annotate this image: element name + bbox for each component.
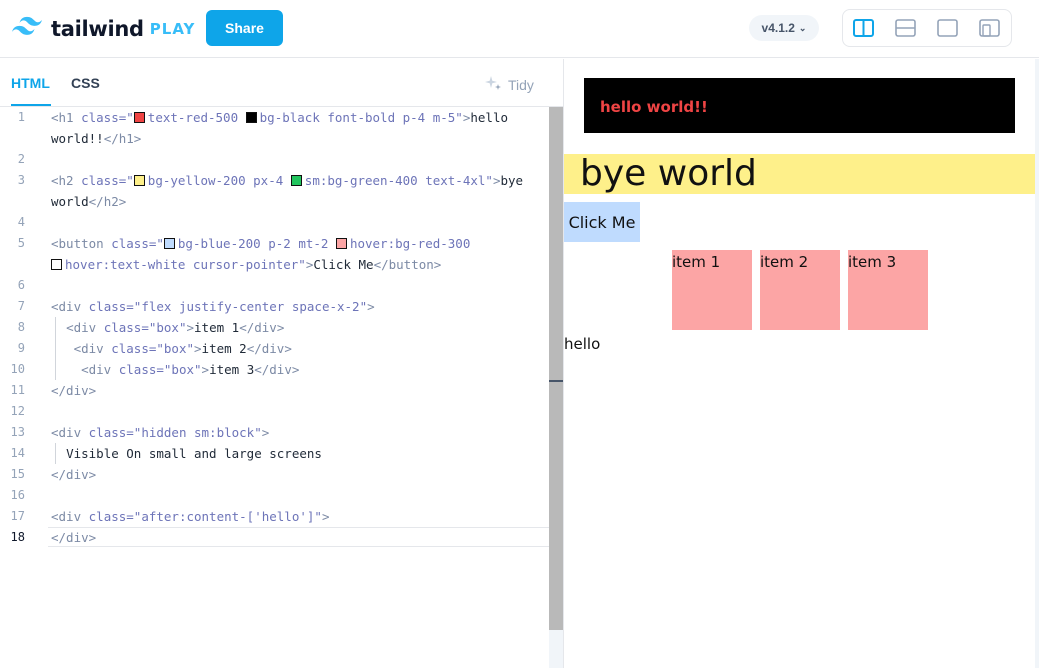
code-line: 5 <button class=" bg-blue-200 p-2 mt-2 hov… (0, 233, 549, 254)
code-line: 11 </div> (0, 380, 549, 401)
preview-only-icon[interactable] (937, 19, 958, 37)
preview-box: item 3 (848, 250, 928, 330)
line-number: 2 (17, 152, 25, 166)
code-line: 17 <div class="after:content-['hello']"> (0, 506, 549, 527)
code-text: <div class="flex justify-center space-x-… (51, 299, 375, 314)
preview-box: item 2 (760, 250, 840, 330)
line-number: 4 (17, 215, 25, 229)
editor-tabs: HTML CSS Tidy (0, 59, 563, 107)
code-text: </div> (51, 530, 97, 545)
code-text: <h1 class=" text-red-500 bg-black font-bo… (51, 110, 509, 125)
active-tab-indicator (11, 104, 51, 106)
line-number: 3 (17, 173, 25, 187)
code-line: 2 (0, 149, 549, 170)
sparkle-icon (484, 74, 502, 95)
code-text: <div class="box">item 2</div> (73, 341, 292, 356)
code-line: 8 <div class="box">item 1</div> (0, 317, 549, 338)
layout-switcher (842, 9, 1012, 47)
split-horizontal-icon[interactable] (895, 19, 916, 37)
code-editor[interactable]: 1 <h1 class=" text-red-500 bg-black font-b… (0, 107, 549, 668)
tailwind-play-logo[interactable]: tailwind PLAY (12, 16, 195, 41)
code-line: 12 (0, 401, 549, 422)
tailwind-logo-icon (12, 16, 42, 41)
code-line: 3 <h2 class=" bg-yellow-200 px-4 sm:bg-gre… (0, 170, 549, 191)
code-line: 14 Visible On small and large screens (0, 443, 549, 464)
line-number: 17 (10, 509, 25, 523)
code-text: </div> (51, 467, 97, 482)
code-line: 15 </div> (0, 464, 549, 485)
line-number: 9 (17, 341, 25, 355)
preview-scrollbar[interactable] (1035, 59, 1039, 668)
app-header: tailwind PLAY Share v4.1.2 ⌄ (0, 0, 1039, 58)
color-swatch (133, 175, 145, 186)
version-label: v4.1.2 (761, 21, 795, 35)
tab-css[interactable]: CSS (71, 75, 100, 91)
color-swatch (245, 112, 257, 123)
line-number: 14 (10, 446, 25, 460)
code-line: 6 (0, 275, 549, 296)
line-number: 5 (17, 236, 25, 250)
preview-click-me-button[interactable]: Click Me (564, 202, 640, 242)
line-number: 12 (10, 404, 25, 418)
code-line-wrap: hover:text-white cursor-pointer">Click M… (0, 254, 549, 275)
code-text: <div class="box">item 1</div> (66, 320, 285, 335)
preview-heading-1: hello world!! (584, 78, 1015, 133)
code-line: 4 (0, 212, 549, 233)
chevron-down-icon: ⌄ (798, 22, 807, 33)
code-line: 1 <h1 class=" text-red-500 bg-black font-b… (0, 107, 549, 128)
code-line-wrap: world</h2> (0, 191, 549, 212)
line-number: 8 (17, 320, 25, 334)
line-number: 11 (10, 383, 25, 397)
code-text: world</h2> (51, 194, 127, 209)
share-button[interactable]: Share (206, 10, 283, 46)
version-select[interactable]: v4.1.2 ⌄ (749, 15, 819, 41)
code-line-wrap: world!!</h1> (0, 128, 549, 149)
preview-box: item 1 (672, 250, 752, 330)
code-text: <div class="box">item 3</div> (81, 362, 300, 377)
line-number: 13 (10, 425, 25, 439)
code-text: <div class="hidden sm:block"> (51, 425, 270, 440)
line-number: 16 (10, 488, 25, 502)
line-number: 10 (10, 362, 25, 376)
code-text: world!!</h1> (51, 131, 142, 146)
code-text: <button class=" bg-blue-200 p-2 mt-2 hove… (51, 236, 471, 251)
preview-pane: hello world!! bye world Click Me item 1 … (564, 59, 1039, 668)
responsive-icon[interactable] (979, 19, 1000, 37)
tidy-button[interactable]: Tidy (484, 74, 534, 95)
color-swatch (290, 175, 302, 186)
code-line: 10 <div class="box">item 3</div> (0, 359, 549, 380)
preview-heading-2: bye world (564, 154, 1039, 194)
code-line: 13 <div class="hidden sm:block"> (0, 422, 549, 443)
line-number: 6 (17, 278, 25, 292)
code-line: 7 <div class="flex justify-center space-x… (0, 296, 549, 317)
color-swatch (133, 112, 145, 123)
logo-play-label: PLAY (149, 19, 196, 38)
split-vertical-icon[interactable] (853, 19, 874, 37)
color-swatch (335, 238, 347, 249)
editor-scrollbar-thumb[interactable] (549, 107, 563, 630)
pane-resize-handle[interactable] (549, 380, 563, 382)
color-swatch (163, 238, 175, 249)
code-line: 16 (0, 485, 549, 506)
line-number: 7 (17, 299, 25, 313)
tab-html[interactable]: HTML (11, 75, 50, 91)
code-text: Visible On small and large screens (66, 446, 322, 461)
code-text: <div class="after:content-['hello']"> (51, 509, 330, 524)
code-text: </div> (51, 383, 97, 398)
tidy-label: Tidy (508, 76, 534, 93)
line-number: 15 (10, 467, 25, 481)
preview-after-content: hello (564, 335, 601, 353)
code-line: 9 <div class="box">item 2</div> (0, 338, 549, 359)
line-number: 1 (17, 110, 25, 124)
line-number: 18 (10, 530, 25, 544)
logo-wordmark: tailwind (51, 16, 144, 41)
code-text: hover:text-white cursor-pointer">Click M… (51, 254, 441, 275)
code-text: <h2 class=" bg-yellow-200 px-4 sm:bg-gree… (51, 173, 524, 188)
code-line-active: 18 </div> (0, 527, 549, 548)
color-swatch (51, 259, 62, 270)
